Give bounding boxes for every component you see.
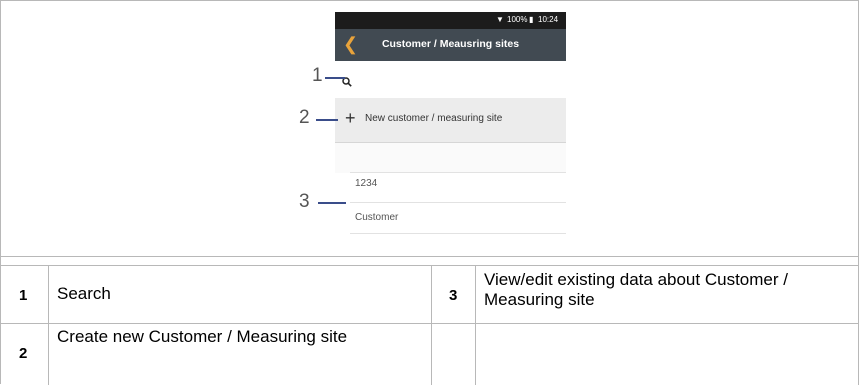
callout-number: 2 — [299, 107, 310, 128]
search-icon — [342, 77, 352, 87]
page-title: Customer / Meausring sites — [381, 38, 520, 50]
table-column-divider — [431, 265, 432, 385]
clock: 10:24 — [538, 15, 559, 24]
legend-number: 1 — [19, 287, 28, 304]
status-bar: ▼ 100% ▮ 10:24 — [335, 12, 566, 29]
legend-text: Create new Customer / Measuring site — [57, 327, 348, 346]
list-item[interactable]: Customer — [355, 212, 398, 223]
spacer — [335, 143, 566, 173]
plus-icon: + — [345, 108, 356, 128]
new-customer-button[interactable]: + New customer / measuring site — [335, 98, 566, 143]
legend-text: Search — [57, 284, 111, 303]
app-header: ❮ Customer / Meausring sites — [335, 29, 566, 61]
battery-icon: ▮ — [529, 15, 534, 24]
table-column-divider — [475, 265, 476, 385]
legend-text: View/edit existing data about Customer /… — [484, 270, 788, 309]
phone-screenshot: ▼ 100% ▮ 10:24 ❮ Customer / Meausring si… — [335, 12, 566, 242]
callout-line — [325, 77, 345, 79]
callout-number: 3 — [299, 191, 310, 212]
legend-number: 2 — [19, 345, 28, 362]
table-column-divider — [48, 265, 49, 385]
callout-line — [318, 202, 346, 204]
battery-level: 100% — [507, 15, 528, 24]
divider — [350, 202, 566, 203]
table-divider — [0, 323, 859, 324]
callout-line — [316, 119, 338, 121]
table-divider — [0, 256, 859, 257]
legend-number: 3 — [449, 287, 458, 304]
list-item[interactable]: 1234 — [355, 178, 377, 189]
wifi-icon: ▼ — [496, 15, 504, 24]
new-customer-label: New customer / measuring site — [365, 113, 503, 124]
divider — [350, 233, 566, 234]
table-divider — [0, 265, 859, 266]
divider — [350, 172, 566, 173]
callout-number: 1 — [312, 65, 323, 86]
